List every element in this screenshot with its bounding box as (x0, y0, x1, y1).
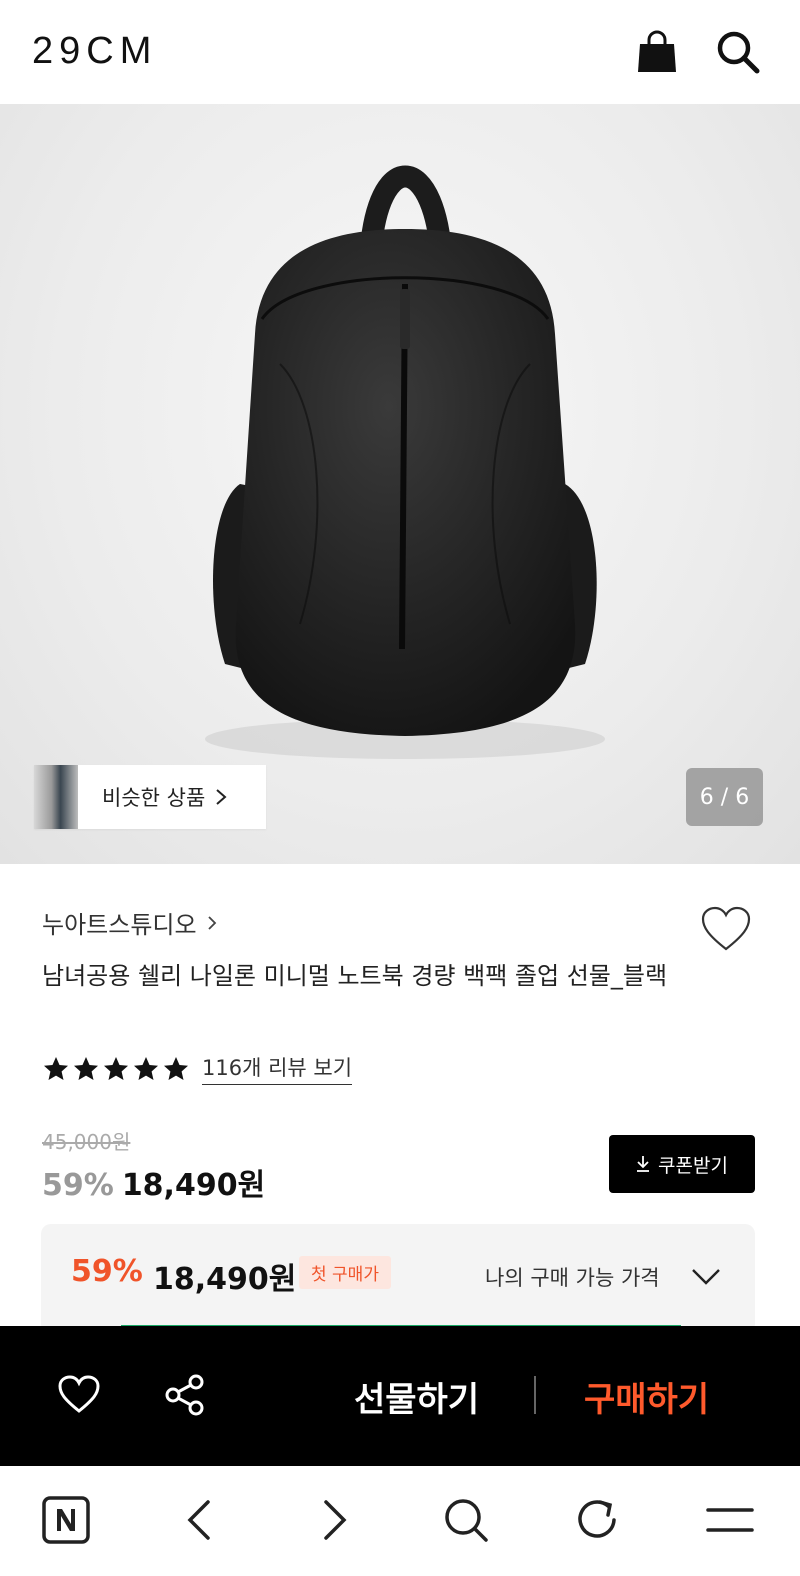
review-link[interactable]: 116개 리뷰 보기 (202, 1052, 353, 1085)
naver-home-icon[interactable] (40, 1494, 92, 1546)
share-icon[interactable] (164, 1374, 206, 1416)
first-purchase-badge: 첫 구매가 (299, 1256, 391, 1289)
similar-products-label: 비슷한 상품 (102, 786, 206, 810)
star-rating (42, 1055, 190, 1083)
chevron-right-icon (207, 915, 216, 930)
price-row: 59% 18,490원 (42, 1160, 265, 1204)
site-logo[interactable]: 29CM (32, 30, 157, 73)
product-image[interactable] (0, 104, 800, 864)
menu-icon[interactable] (704, 1494, 756, 1546)
browser-toolbar (0, 1466, 800, 1576)
coupon-button[interactable]: 쿠폰받기 (609, 1135, 755, 1193)
my-price-value: 18,490원 (153, 1262, 297, 1297)
product-title: 남녀공용 쉘리 나일론 미니멀 노트북 경량 백팩 졸업 선물_블랙 (42, 962, 668, 990)
brand-name: 누아트스튜디오 (42, 911, 197, 939)
sale-price: 18,490원 (121, 1168, 266, 1203)
top-header: 29CM (0, 0, 800, 104)
download-icon (637, 1156, 650, 1172)
image-counter: 6 / 6 (686, 768, 763, 826)
shopping-bag-icon[interactable] (634, 28, 680, 76)
divider (534, 1376, 536, 1414)
my-price-label: 나의 구매 가능 가격 (485, 1266, 660, 1290)
bottom-action-bar: 선물하기 구매하기 (0, 1326, 800, 1466)
coupon-label: 쿠폰받기 (658, 1154, 728, 1177)
chevron-right-icon (216, 789, 227, 805)
wishlist-heart-icon[interactable] (700, 905, 752, 953)
refresh-icon[interactable] (572, 1494, 624, 1546)
chevron-down-icon[interactable] (691, 1268, 721, 1286)
discount-rate: 59% (42, 1168, 114, 1203)
star-icon (164, 1056, 188, 1080)
backpack-image (205, 165, 605, 759)
original-price: 45,000원 (42, 1130, 131, 1154)
search-icon[interactable] (714, 28, 760, 76)
star-icon (44, 1056, 68, 1080)
rating-row: 116개 리뷰 보기 (42, 1052, 353, 1085)
star-icon (104, 1056, 128, 1080)
gift-button[interactable]: 선물하기 (354, 1372, 479, 1421)
forward-icon[interactable] (308, 1494, 360, 1546)
brand-link[interactable]: 누아트스튜디오 (42, 905, 217, 940)
my-price-discount: 59% (71, 1254, 143, 1289)
my-price-panel[interactable]: 59% 18,490원 첫 구매가 나의 구매 가능 가격 (41, 1224, 755, 1334)
star-icon (134, 1056, 158, 1080)
heart-icon[interactable] (57, 1374, 101, 1414)
star-icon (74, 1056, 98, 1080)
search-icon[interactable] (440, 1494, 492, 1546)
similar-products-button[interactable]: 비슷한 상품 (34, 765, 266, 829)
buy-button[interactable]: 구매하기 (584, 1372, 709, 1421)
similar-product-thumbnail (34, 765, 78, 829)
back-icon[interactable] (174, 1494, 226, 1546)
